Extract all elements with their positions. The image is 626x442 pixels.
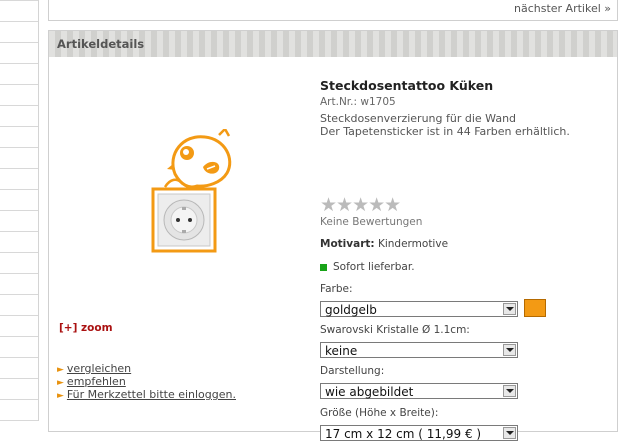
color-select-value: goldgelb xyxy=(325,303,377,317)
top-navigation-panel: nächster Artikel » xyxy=(48,0,618,21)
next-article-link[interactable]: nächster Artikel » xyxy=(514,2,611,15)
product-title: Steckdosentattoo Küken xyxy=(320,78,494,93)
chevron-down-icon[interactable] xyxy=(503,385,516,397)
crystals-label: Swarovski Kristalle Ø 1.1cm: xyxy=(320,324,470,336)
stock-status: Sofort lieferbar. xyxy=(320,261,415,273)
compare-item: ► vergleichen xyxy=(57,362,236,375)
crystals-select[interactable]: keine xyxy=(320,342,518,358)
product-info: Steckdosentattoo Küken Art.Nr.: w1705 St… xyxy=(320,78,610,441)
color-swatch xyxy=(524,299,546,317)
display-select[interactable]: wie abgebildet xyxy=(320,383,518,399)
wishlist-login-link[interactable]: Für Merkzettel bitte einloggen. xyxy=(67,388,236,401)
article-number: Art.Nr.: w1705 xyxy=(320,96,396,108)
arrow-right-icon: ► xyxy=(57,365,64,375)
color-select[interactable]: goldgelb xyxy=(320,301,518,317)
article-details-panel: Artikeldetails [+] zoom ► vergleichen ► … xyxy=(48,30,618,441)
left-sidebar-grid xyxy=(0,0,39,421)
size-select-value: 17 cm x 12 cm ( 11,99 € ) xyxy=(325,427,482,441)
arrow-right-icon: ► xyxy=(57,378,64,388)
crystals-select-value: keine xyxy=(325,344,358,358)
chevron-down-icon[interactable] xyxy=(503,427,516,439)
motif-type: Motivart: Kindermotive xyxy=(320,238,448,250)
description-line-2: Der Tapetensticker ist in 44 Farben erhä… xyxy=(320,125,570,138)
size-label: Größe (Höhe x Breite): xyxy=(320,407,439,419)
rating-text: Keine Bewertungen xyxy=(320,216,423,228)
chevron-down-icon[interactable] xyxy=(503,344,516,356)
section-title: Artikeldetails xyxy=(49,31,617,57)
color-label: Farbe: xyxy=(320,283,353,295)
recommend-link[interactable]: empfehlen xyxy=(67,375,126,388)
compare-link[interactable]: vergleichen xyxy=(67,362,131,375)
size-select[interactable]: 17 cm x 12 cm ( 11,99 € ) xyxy=(320,425,518,441)
display-select-value: wie abgebildet xyxy=(325,385,414,399)
stock-text: Sofort lieferbar. xyxy=(333,261,415,273)
motif-value: Kindermotive xyxy=(377,238,449,250)
motif-label: Motivart: xyxy=(320,238,375,250)
product-image[interactable] xyxy=(145,126,235,259)
rating-stars[interactable]: ★★★★★ xyxy=(320,194,401,216)
zoom-link[interactable]: [+] zoom xyxy=(59,322,113,334)
arrow-right-icon: ► xyxy=(57,391,64,401)
chevron-down-icon[interactable] xyxy=(503,303,516,315)
action-links: ► vergleichen ► empfehlen ► Für Merkzettel … xyxy=(57,362,236,401)
wishlist-item: ► Für Merkzettel bitte einloggen. xyxy=(57,388,236,401)
product-description: Steckdosenverzierung für die Wand Der Ta… xyxy=(320,112,610,138)
chick-socket-illustration xyxy=(151,126,232,253)
stock-indicator-icon xyxy=(320,263,327,271)
recommend-item: ► empfehlen xyxy=(57,375,236,388)
description-line-1: Steckdosenverzierung für die Wand xyxy=(320,112,517,125)
display-label: Darstellung: xyxy=(320,365,385,377)
